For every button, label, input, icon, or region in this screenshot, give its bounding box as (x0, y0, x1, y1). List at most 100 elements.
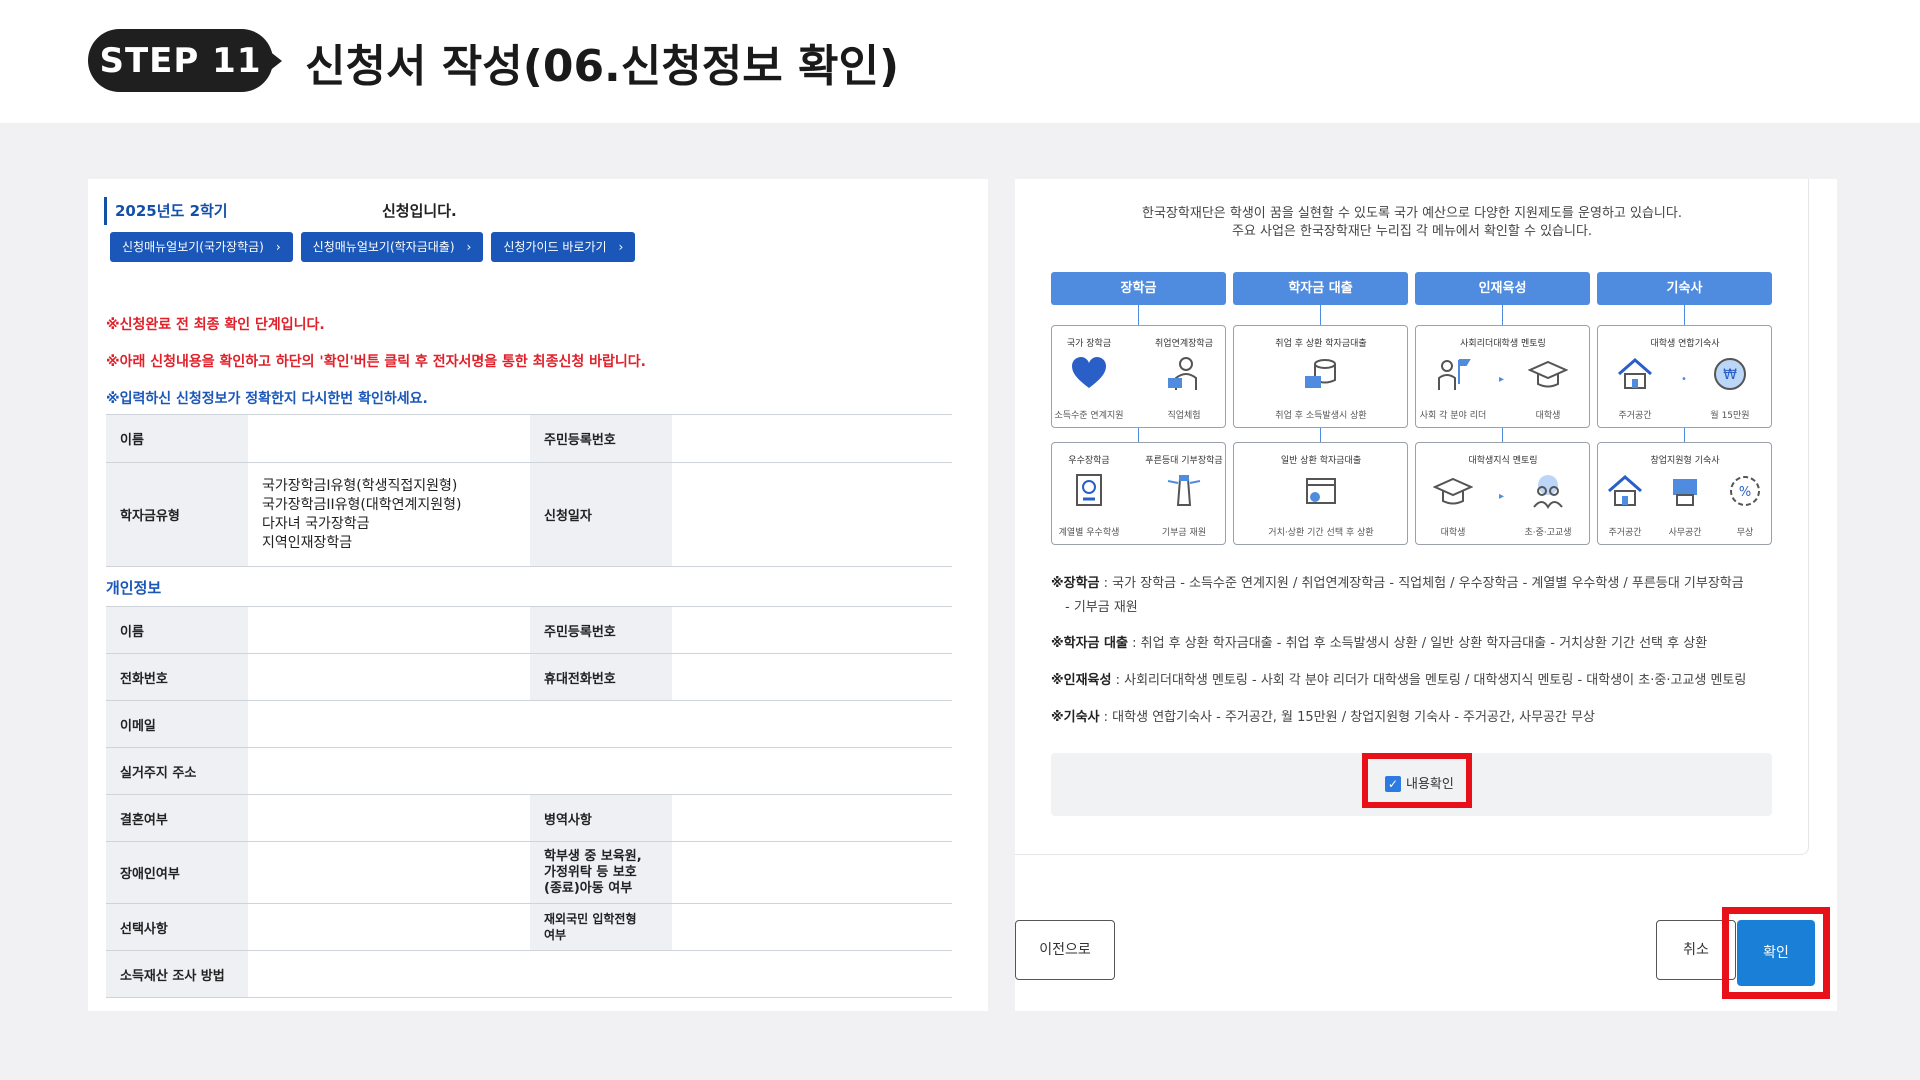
card-item-caption: 취업 후 소득발생시 상환 (1275, 411, 1367, 421)
confirm-highlight: ✓ 내용확인 (1362, 753, 1472, 808)
personal-rrn-label: 주민등록번호 (530, 606, 672, 654)
page-header: STEP 11 신청서 작성(06.신청정보 확인) (0, 0, 1920, 123)
summary-value: : 국가 장학금 - 소득수준 연계지원 / 취업연계장학금 - 직업체험 / … (1099, 576, 1744, 591)
term-suffix: 신청입니다. (382, 202, 457, 220)
address-label: 실거주지 주소 (106, 747, 248, 795)
chevron-right-icon: › (275, 240, 281, 254)
card-item-title: 창업지원형 기숙사 (1650, 456, 1720, 466)
summary-loan: ※학자금 대출 : 취업 후 상환 학자금대출 - 취업 후 소득발생시 상환 … (1051, 632, 1707, 651)
personal-name-value (248, 606, 530, 654)
card-icl-loan: 취업 후 상환 학자금대출 취업 후 소득발생시 상환 (1233, 325, 1408, 428)
card-item-caption: 거치·상환 기간 선택 후 상환 (1268, 528, 1374, 538)
step-badge: STEP 11 (88, 29, 273, 92)
summary-dormitory: ※기숙사 : 대학생 연합기숙사 - 주거공간, 월 15만원 / 창업지원형 … (1051, 706, 1595, 725)
email-label: 이메일 (106, 700, 248, 748)
heart-icon (1072, 357, 1106, 388)
card-item-caption: 사회 각 분야 리더 (1419, 411, 1487, 421)
category-dormitory: 기숙사 (1597, 272, 1772, 305)
summary-talent: ※인재육성 : 사회리더대학생 멘토링 - 사회 각 분야 리더가 대학생을 멘… (1051, 669, 1746, 688)
category-scholarship: 장학금 (1051, 272, 1226, 305)
label-line: 가정위탁 등 보호 (544, 864, 637, 880)
button-label: 신청매뉴얼보기(국가장학금) (122, 240, 264, 254)
card-knowledge-mentoring: 대학생지식 멘토링 대학생 ▸ 초·중·고교생 (1415, 442, 1590, 545)
card-item-title: 푸른등대 기부장학금 (1145, 456, 1223, 466)
notice-instructions: ※아래 신청내용을 확인하고 하단의 '확인'버튼 클릭 후 전자서명을 통한 … (106, 354, 646, 370)
connector-line (1684, 428, 1685, 442)
intro-line: 주요 사업은 한국장학재단 누리집 각 메뉴에서 확인할 수 있습니다. (1231, 224, 1593, 239)
rrn-value (672, 414, 952, 463)
card-item-caption: 직업체험 (1167, 411, 1201, 421)
office-icon (1673, 479, 1697, 506)
optional-value (248, 903, 530, 951)
card-item-caption: 대학생 (1440, 528, 1466, 538)
button-label: 신청매뉴얼보기(학자금대출) (312, 240, 455, 254)
military-service-value (672, 794, 952, 842)
confirm-bar: ✓ 내용확인 (1051, 753, 1772, 816)
card-item-title: 취업 후 상환 학자금대출 (1275, 339, 1367, 349)
card-national-scholarship: 국가 장학금 소득수준 연계지원 취업연계장학금 직업체험 (1051, 325, 1226, 428)
step-arrow-icon (268, 50, 282, 72)
guide-link-button[interactable]: 신청가이드 바로가기 › (491, 232, 636, 262)
content-confirm-checkbox[interactable]: ✓ (1385, 776, 1401, 792)
marital-status-label: 결혼여부 (106, 794, 248, 842)
personal-info-title: 개인정보 (106, 579, 162, 597)
summary-key: ※인재육성 (1051, 673, 1112, 688)
connector-line (1684, 305, 1685, 325)
email-value (248, 700, 952, 748)
income-survey-value (248, 950, 952, 998)
aid-type-item: 국가장학금I유형(학생직접지원형) (262, 477, 458, 494)
lighthouse-icon (1167, 475, 1201, 506)
label-line: 학부생 중 보육원, (544, 848, 642, 864)
term-label: 2025년도 2학기 (104, 197, 228, 225)
protection-status-value (672, 841, 952, 904)
button-label: 신청가이드 바로가기 (503, 240, 607, 254)
military-service-label: 병역사항 (530, 794, 672, 842)
summary-value: : 사회리더대학생 멘토링 - 사회 각 분야 리더가 대학생을 멘토링 / 대… (1111, 673, 1747, 688)
personal-name-label: 이름 (106, 606, 248, 654)
card-item-caption: 대학생 (1535, 411, 1561, 421)
summary-value: : 대학생 연합기숙사 - 주거공간, 월 15만원 / 창업지원형 기숙사 -… (1099, 710, 1596, 725)
aid-type-label: 학자금유형 (106, 462, 248, 567)
income-survey-label: 소득재산 조사 방법 (106, 950, 248, 998)
previous-button[interactable]: 이전으로 (1015, 920, 1115, 980)
card-leader-mentoring: 사회리더대학생 멘토링 사회 각 분야 리더 ▸ 대학생 (1415, 325, 1590, 428)
label-line: (종료)아동 여부 (544, 880, 633, 896)
application-info-panel: 2025년도 2학기 신청입니다. 신청매뉴얼보기(국가장학금) › 신청매뉴얼보… (88, 179, 988, 1011)
loan-manual-button[interactable]: 신청매뉴얼보기(학자금대출) › (300, 232, 484, 262)
graduation-cap-icon (1433, 477, 1473, 505)
marital-status-value (248, 794, 530, 842)
personal-info-table: 이름 주민등록번호 전화번호 휴대전화번호 이메일 실거주지 주소 결혼여부 병… (106, 606, 952, 998)
confirm-button[interactable]: 확인 (1737, 920, 1815, 986)
card-item-title: 취업연계장학금 (1155, 339, 1213, 349)
card-item-caption: 계열별 우수학생 (1058, 528, 1120, 538)
card-item-title: 우수장학금 (1068, 456, 1110, 466)
scholarship-manual-button[interactable]: 신청매뉴얼보기(국가장학금) › (110, 232, 293, 262)
card-item-caption: 기부금 재원 (1161, 528, 1207, 538)
card-item-title: 국가 장학금 (1066, 339, 1112, 349)
summary-value: : 취업 후 상환 학자금대출 - 취업 후 소득발생시 상환 / 일반 상환 … (1127, 636, 1708, 651)
chevron-right-icon: › (618, 240, 624, 254)
overseas-admission-label: 재외국민 입학전형 여부 (530, 903, 672, 951)
program-info-box: 한국장학재단은 학생이 꿈을 실현할 수 있도록 국가 예산으로 다양한 지원제… (1015, 179, 1809, 855)
aid-type-item: 지역인재장학금 (262, 534, 353, 551)
intro-line: 한국장학재단은 학생이 꿈을 실현할 수 있도록 국가 예산으로 다양한 지원제… (1142, 206, 1682, 221)
summary-scholarship-cont: - 기부금 재원 (1065, 596, 1138, 615)
house-icon (1608, 475, 1642, 506)
card-item-title: 일반 상환 학자금대출 (1280, 456, 1362, 466)
card-merit-scholarship: 우수장학금 계열별 우수학생 푸른등대 기부장학금 기부금 재원 (1051, 442, 1226, 545)
disability-value (248, 841, 530, 904)
aid-type-item: 다자녀 국가장학금 (262, 515, 370, 532)
category-talent: 인재육성 (1415, 272, 1590, 305)
svg-text:₩: ₩ (1723, 367, 1737, 383)
confirm-highlight: 확인 (1722, 907, 1830, 999)
house-icon (1618, 358, 1652, 389)
mobile-label: 휴대전화번호 (530, 653, 672, 701)
protection-status-label: 학부생 중 보육원, 가정위탁 등 보호 (종료)아동 여부 (530, 841, 672, 904)
card-item-title: 대학생지식 멘토링 (1468, 456, 1538, 466)
overseas-admission-value (672, 903, 952, 951)
arrow-right-icon: ▸ (1499, 491, 1505, 502)
content-confirm-label[interactable]: 내용확인 (1406, 773, 1454, 792)
summary-scholarship: ※장학금 : 국가 장학금 - 소득수준 연계지원 / 취업연계장학금 - 직업… (1051, 572, 1744, 591)
connector-line (1320, 305, 1321, 325)
card-item-caption: 주거공간 (1618, 411, 1652, 421)
